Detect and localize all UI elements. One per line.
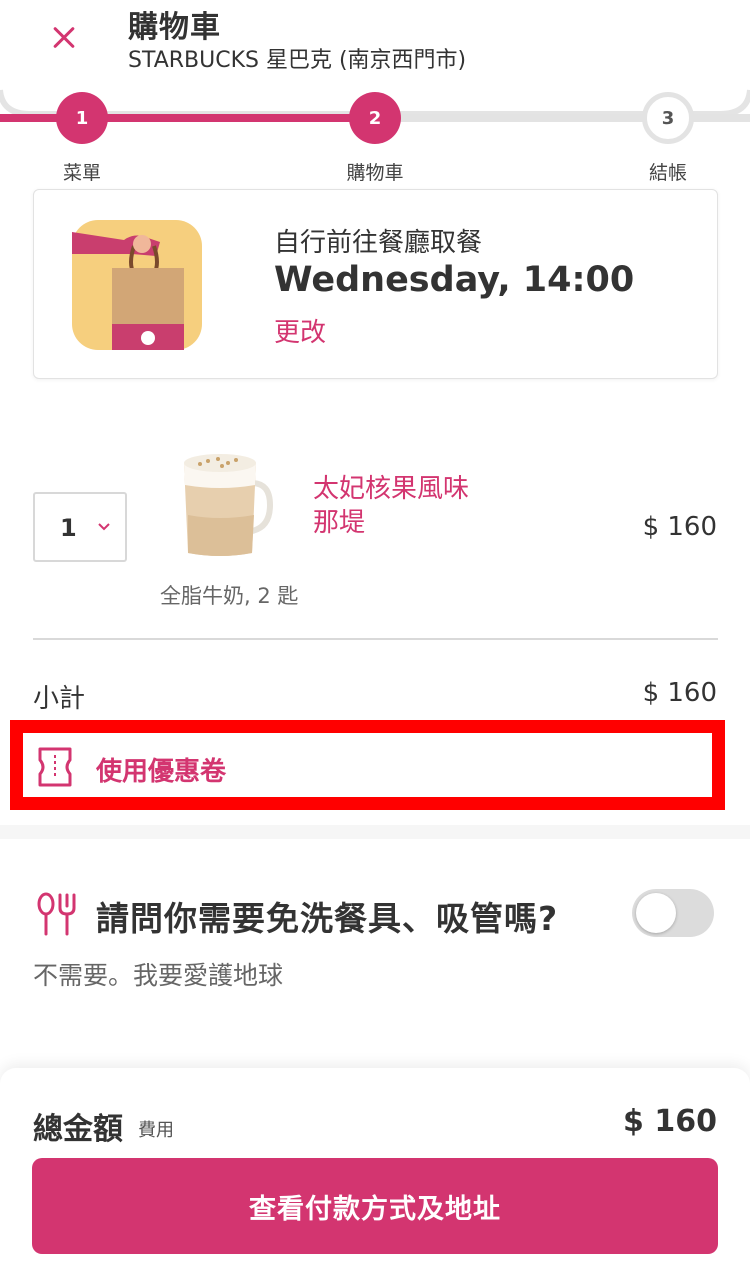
section-separator bbox=[0, 825, 750, 839]
product-name-link[interactable]: 太妃核果風味那堤 bbox=[313, 472, 483, 540]
page-title: 購物車 bbox=[128, 10, 221, 45]
product-image bbox=[184, 454, 274, 556]
use-coupon-button[interactable]: 使用優惠卷 bbox=[23, 733, 712, 797]
step-1-circle: 1 bbox=[56, 92, 108, 144]
step-1-label: 菜單 bbox=[62, 162, 101, 184]
toggle-knob bbox=[636, 893, 676, 933]
subtotal-label: 小計 bbox=[33, 684, 86, 714]
use-coupon-label: 使用優惠卷 bbox=[96, 757, 227, 787]
cutlery-toggle[interactable] bbox=[632, 889, 714, 937]
product-price: $ 160 bbox=[642, 512, 717, 542]
step-2-label: 購物車 bbox=[346, 162, 404, 184]
close-icon[interactable] bbox=[40, 14, 88, 62]
cutlery-description: 不需要。我要愛護地球 bbox=[33, 961, 284, 990]
ticket-icon bbox=[38, 747, 72, 787]
quantity-value: 1 bbox=[60, 514, 77, 542]
total-label: 總金額 bbox=[33, 1112, 123, 1147]
pickup-time: Wednesday, 14:00 bbox=[274, 260, 635, 300]
product-options: 全脂牛奶, 2 匙 bbox=[160, 584, 299, 608]
pickup-bag-icon bbox=[72, 220, 202, 350]
quantity-select[interactable]: 1 bbox=[33, 492, 127, 562]
view-payment-button[interactable]: 查看付款方式及地址 bbox=[32, 1158, 718, 1254]
change-pickup-link[interactable]: 更改 bbox=[274, 312, 326, 349]
step-3-circle: 3 bbox=[642, 92, 694, 144]
divider bbox=[33, 638, 718, 640]
checkout-footer: 總金額 費用 $ 160 查看付款方式及地址 bbox=[0, 1068, 750, 1286]
chevron-down-icon bbox=[98, 523, 110, 531]
pickup-card: 自行前往餐廳取餐 Wednesday, 14:00 更改 bbox=[33, 189, 718, 379]
cutlery-icon bbox=[37, 892, 76, 936]
total-value: $ 160 bbox=[623, 1104, 717, 1139]
step-2-circle: 2 bbox=[349, 92, 401, 144]
subtotal-value: $ 160 bbox=[642, 678, 717, 708]
cutlery-question: 請問你需要免洗餐具、吸管嗎? bbox=[96, 899, 559, 938]
pickup-mode: 自行前往餐廳取餐 bbox=[274, 228, 483, 258]
step-3-label: 結帳 bbox=[648, 162, 687, 184]
fee-label: 費用 bbox=[138, 1120, 174, 1141]
